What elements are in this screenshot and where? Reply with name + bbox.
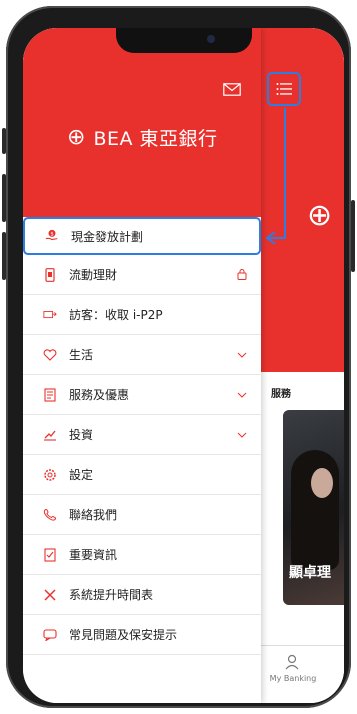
tools-icon	[43, 588, 57, 602]
promo-image	[291, 450, 339, 570]
menu-item-services-offers[interactable]: 服務及優惠	[23, 375, 261, 415]
annotation-arrow	[265, 108, 286, 245]
volume-down-button	[2, 232, 6, 280]
chevron-down-icon	[237, 428, 247, 442]
menu-item-visitor-ip2p[interactable]: 訪客：收取 i-P2P	[23, 295, 261, 335]
person-icon	[285, 654, 299, 670]
menu-item-contact-us[interactable]: 聯絡我們	[23, 495, 261, 535]
power-button	[351, 200, 355, 272]
gear-icon	[43, 468, 57, 482]
camera-icon	[207, 35, 215, 43]
menu-item-label: 設定	[69, 468, 94, 482]
menu-item-label: 常見問題及保安提示	[69, 628, 178, 642]
menu-item-label: 系統提升時間表	[69, 588, 154, 602]
heart-icon	[43, 348, 57, 362]
chevron-down-icon	[237, 348, 247, 362]
money-transfer-icon	[43, 308, 57, 322]
menu-item-settings[interactable]: 設定	[23, 455, 261, 495]
services-heading: 服務	[271, 389, 291, 400]
menu-item-label: 訪客：收取 i-P2P	[69, 308, 163, 322]
menu-item-label: 投資	[69, 428, 94, 442]
promo-card[interactable]: 顯卓理	[283, 410, 344, 605]
menu-item-label: 聯絡我們	[69, 508, 118, 522]
menu-item-faq-security[interactable]: 常見問題及保安提示	[23, 615, 261, 655]
bottom-tab-bar: My Banking	[261, 645, 344, 703]
phone-screen: ⊕ 服務 顯卓理 My Banking ⊕ BEA 東亞銀行 $ 現金發放計劃 …	[23, 28, 344, 703]
document-icon	[43, 387, 57, 402]
volume-up-button	[2, 174, 6, 222]
menu-item-lifestyle[interactable]: 生活	[23, 335, 261, 375]
tab-label-my-banking: My Banking	[269, 674, 317, 683]
checklist-icon	[43, 547, 57, 562]
phone-handset-icon	[43, 508, 57, 522]
promo-title: 顯卓理	[289, 565, 331, 581]
menu-item-maintenance-schedule[interactable]: 系統提升時間表	[23, 575, 261, 615]
chat-icon	[43, 628, 57, 642]
promo-image-face	[311, 468, 333, 498]
menu-item-investment[interactable]: 投資	[23, 415, 261, 455]
phone-frame: ⊕ 服務 顯卓理 My Banking ⊕ BEA 東亞銀行 $ 現金發放計劃 …	[6, 6, 351, 708]
mute-switch	[2, 128, 6, 154]
menu-item-label: 重要資訊	[69, 548, 118, 562]
chart-icon	[43, 428, 57, 442]
menu-item-label: 生活	[69, 348, 94, 362]
chevron-down-icon	[237, 388, 247, 402]
menu-item-label: 服務及優惠	[69, 388, 130, 402]
menu-item-important-info[interactable]: 重要資訊	[23, 535, 261, 575]
phone-notch	[116, 28, 252, 53]
